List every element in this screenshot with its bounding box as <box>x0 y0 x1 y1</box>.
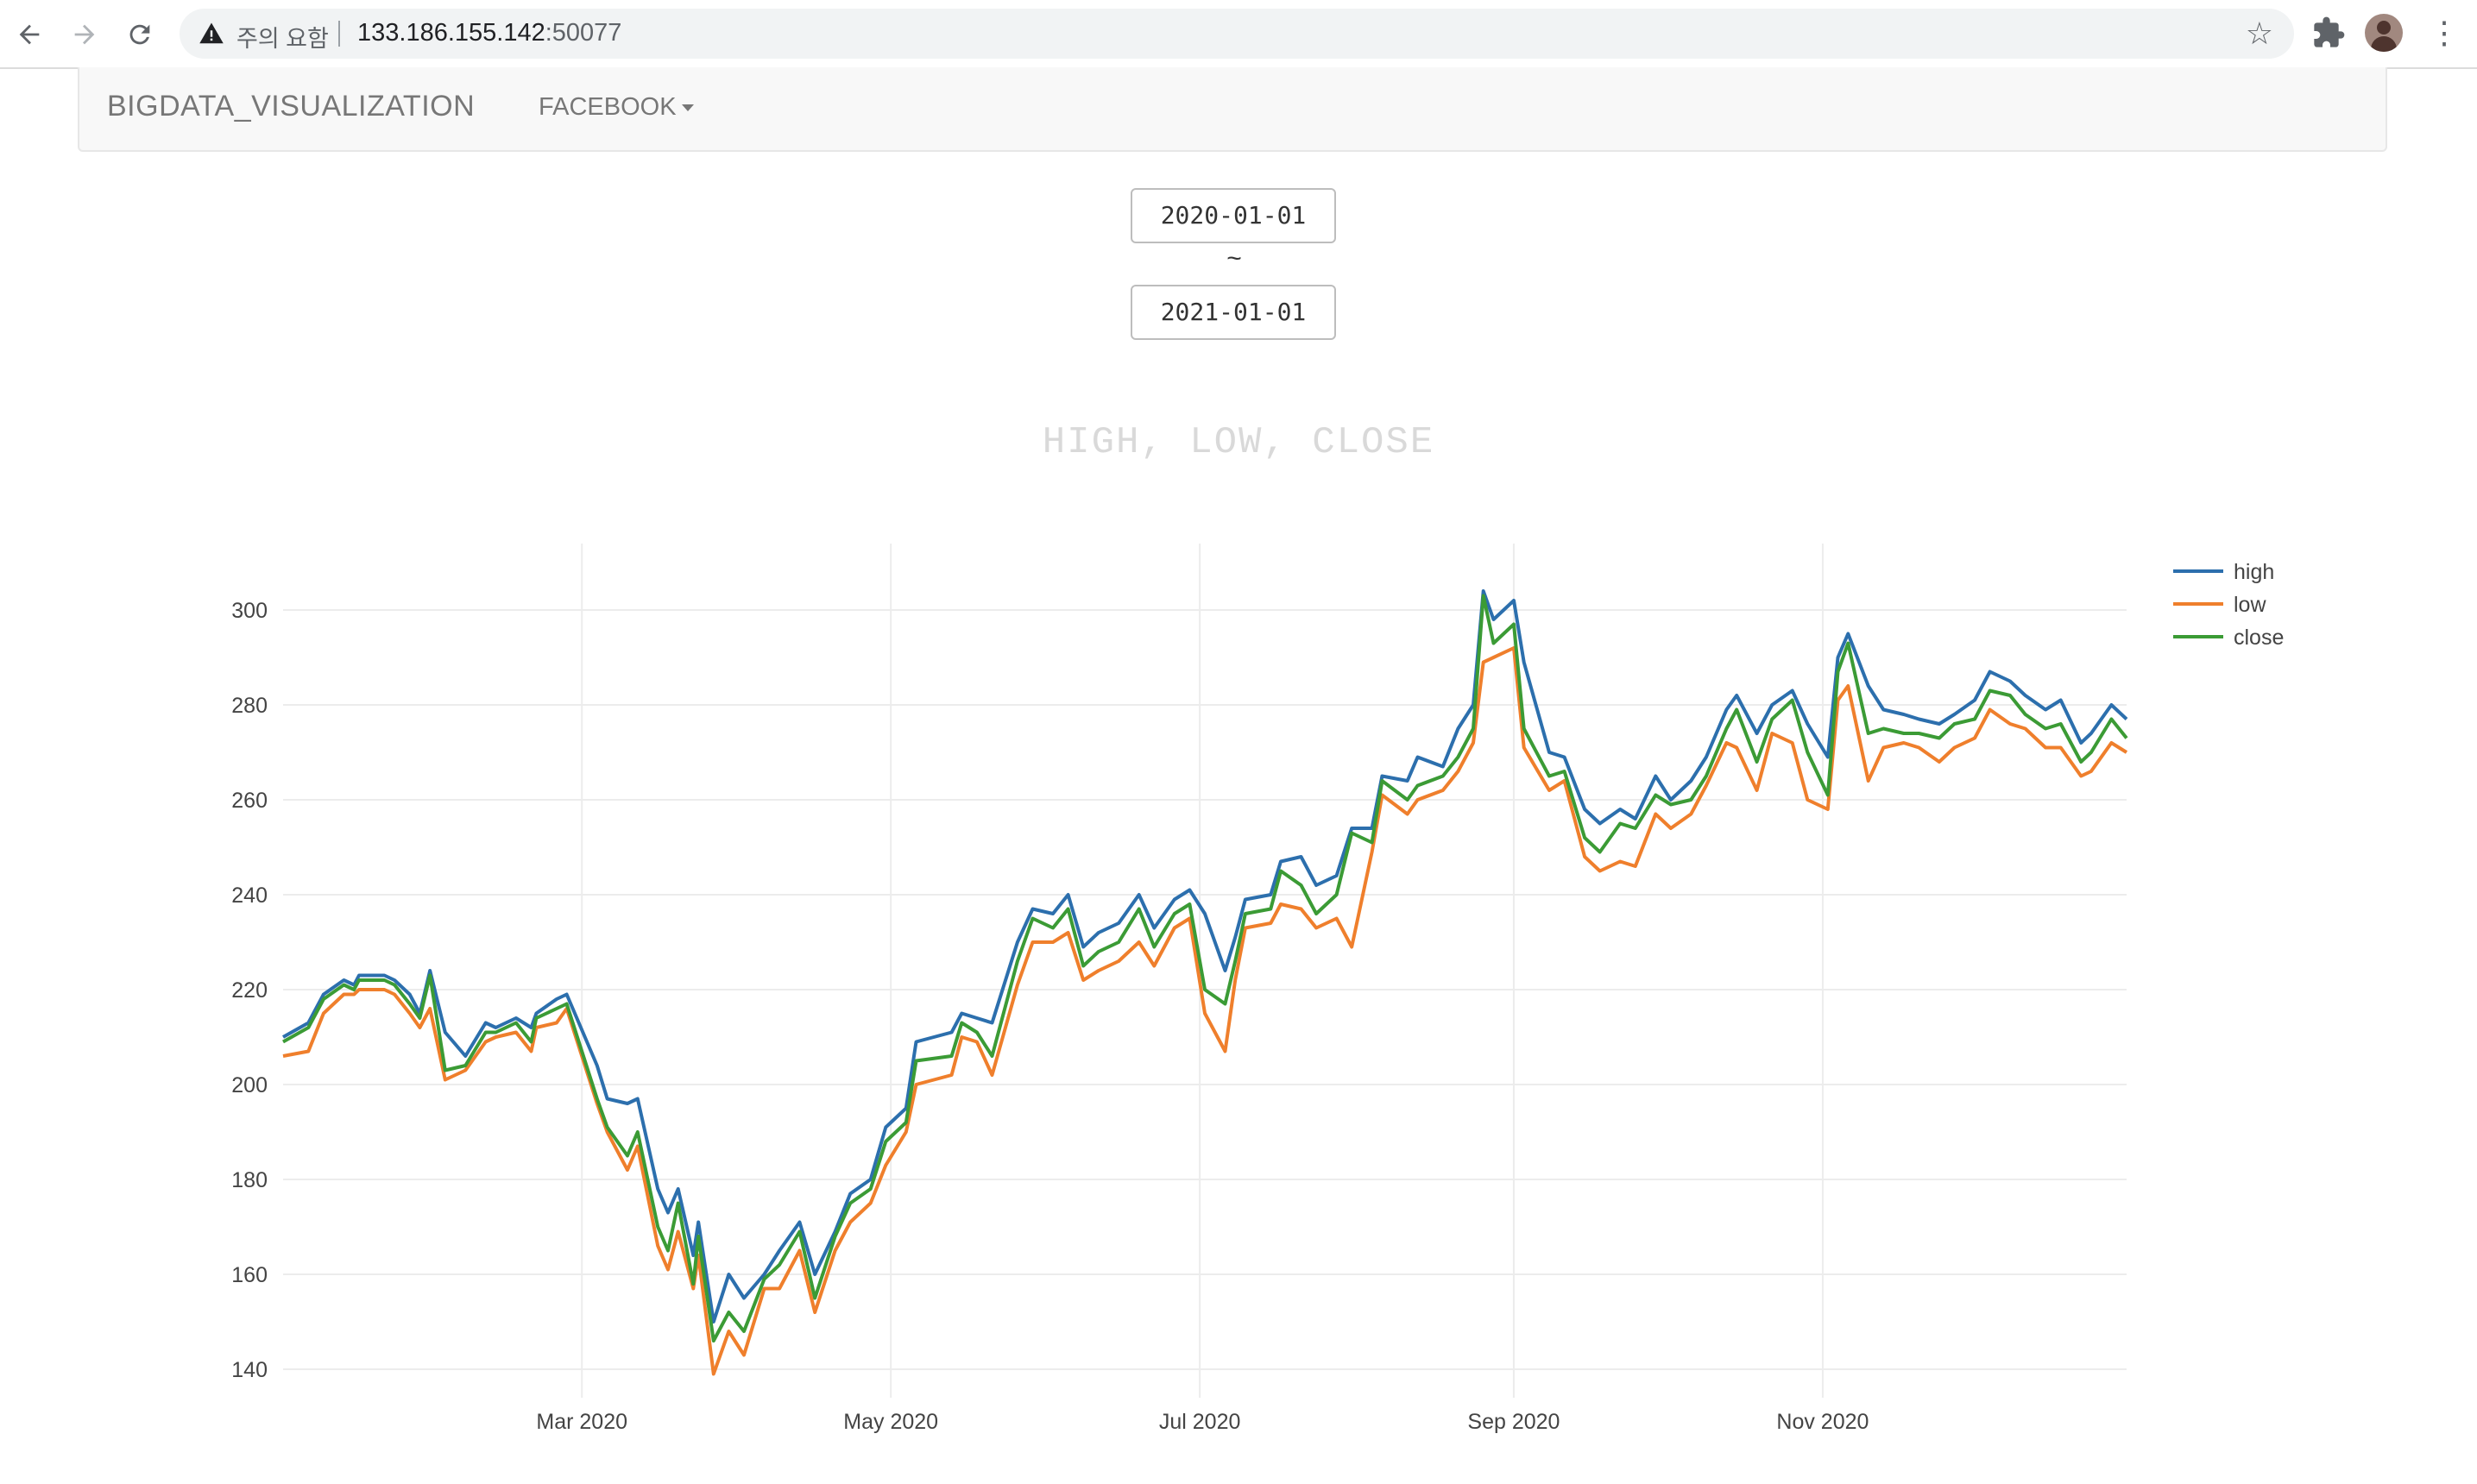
x-tick-label: Mar 2020 <box>536 1410 627 1434</box>
y-axis: 140 160 180 200 220 240 260 280 300 <box>231 599 268 1382</box>
y-tick-label: 180 <box>231 1168 268 1192</box>
y-tick-label: 140 <box>231 1358 268 1382</box>
series-line-low <box>282 646 2128 1376</box>
legend-label-low[interactable]: low <box>2234 593 2266 617</box>
x-tick-label: Sep 2020 <box>1467 1410 1560 1434</box>
chart-grid <box>283 544 2127 1398</box>
x-axis: Mar 2020 May 2020 Jul 2020 Sep 2020 Nov 2020 <box>536 1410 1869 1434</box>
y-tick-label: 260 <box>231 789 268 813</box>
y-tick-label: 240 <box>231 883 268 908</box>
x-tick-label: Nov 2020 <box>1776 1410 1869 1434</box>
legend-label-close[interactable]: close <box>2234 626 2284 650</box>
y-tick-label: 300 <box>231 599 268 623</box>
chart-legend: high low close <box>2173 560 2284 650</box>
legend-label-high[interactable]: high <box>2234 560 2274 584</box>
x-tick-label: Jul 2020 <box>1159 1410 1241 1434</box>
chart-lines <box>282 589 2128 1376</box>
x-tick-label: May 2020 <box>843 1410 938 1434</box>
line-chart: 140 160 180 200 220 240 260 280 300 Mar 2020 May … <box>231 544 2284 1434</box>
y-tick-label: 280 <box>231 694 268 718</box>
y-tick-label: 200 <box>231 1073 268 1097</box>
series-line-close <box>282 594 2128 1343</box>
y-tick-label: 160 <box>231 1263 268 1287</box>
y-tick-label: 220 <box>231 978 268 1003</box>
